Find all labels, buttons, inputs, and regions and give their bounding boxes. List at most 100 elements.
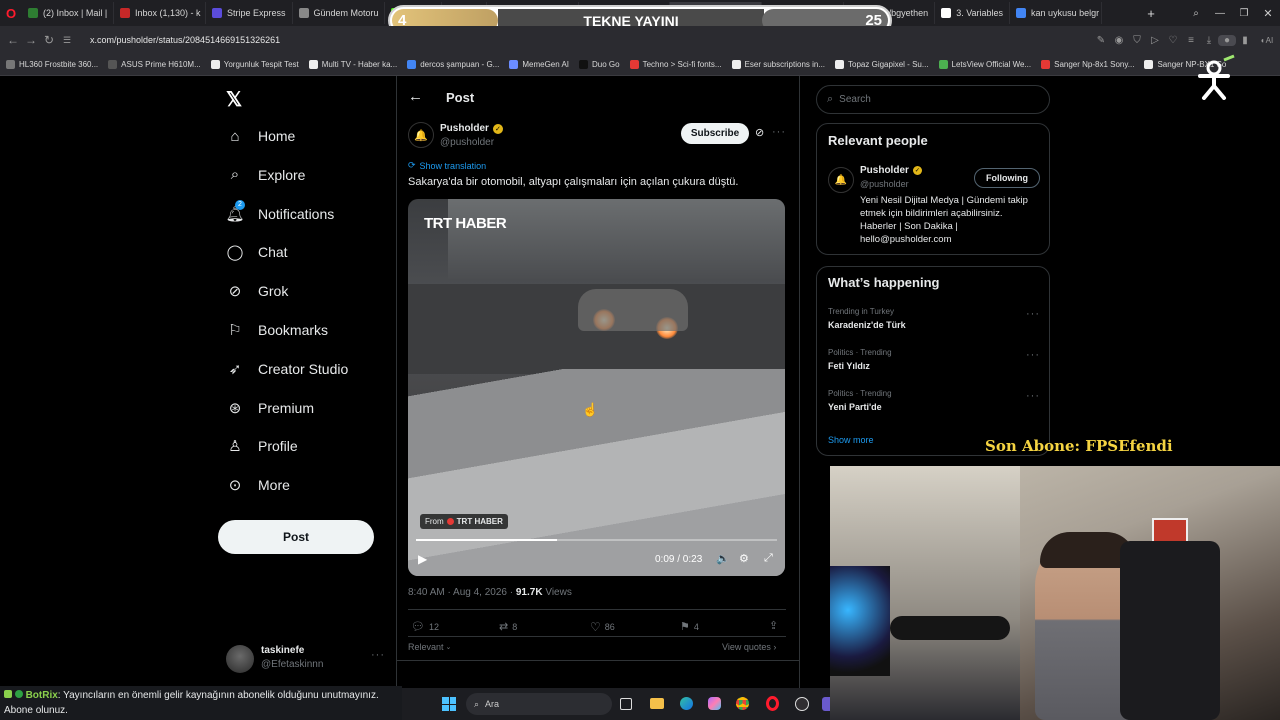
opera-taskbar-icon[interactable] <box>766 696 779 711</box>
play-button-icon[interactable]: ▶ <box>418 552 427 566</box>
browser-tab[interactable]: Inbox (1,130) - k <box>114 2 206 24</box>
video-progress-track[interactable] <box>416 539 777 541</box>
chrome-icon[interactable] <box>736 697 749 710</box>
tab-search-icon[interactable]: ⌕ <box>1184 8 1208 19</box>
person-handle[interactable]: @pusholder <box>860 179 909 189</box>
sidebar-item-label: Chat <box>258 244 288 261</box>
bookmark-item[interactable]: Techno > Sci-fi fonts... <box>629 60 722 69</box>
post-button[interactable]: Post <box>218 520 374 554</box>
video-player[interactable]: TRT HABER From TRT HABER ▶ 0:09 / 0:23 🔈… <box>408 199 785 576</box>
bookmark-item[interactable]: dercos şampuan - G... <box>407 60 499 69</box>
grok-post-icon[interactable]: ⊘ <box>755 126 764 139</box>
taskbar-search[interactable]: ⌕ Ara <box>466 693 612 715</box>
author-avatar[interactable]: 🔔 <box>408 122 434 148</box>
browser-tab[interactable]: Gündem Motoru <box>293 2 385 24</box>
profile-icon[interactable]: ● <box>1218 34 1236 46</box>
account-more-icon[interactable]: ··· <box>371 649 385 661</box>
bookmark-item[interactable]: Sanger Np-8x1 Sony... <box>1041 60 1134 69</box>
task-view-icon[interactable] <box>620 698 632 710</box>
sidebar-item-home[interactable]: ⌂ Home <box>226 127 295 145</box>
sidebar-item-notifications[interactable]: 🔔︎ 2 Notifications <box>225 199 334 223</box>
sidebar-item-more[interactable]: ⊙ More <box>226 476 290 494</box>
fullscreen-icon[interactable]: ⤢ <box>764 552 773 565</box>
close-window-button[interactable]: ✕ <box>1256 7 1280 20</box>
bookmark-item[interactable]: ASUS Prime H610M... <box>108 60 201 69</box>
share-icon[interactable]: ⇪ <box>769 619 778 632</box>
browser-tab[interactable]: 3. Variables <box>935 2 1011 24</box>
bookmark-item[interactable]: Yorgunluk Tespit Test <box>210 60 299 69</box>
ai-icon[interactable]: ◐AI <box>1254 36 1280 45</box>
sidebar-item-explore[interactable]: ⌕ Explore <box>226 166 306 184</box>
post-timestamp[interactable]: 8:40 AM · Aug 4, 2026 · <box>408 587 516 598</box>
copilot-icon[interactable] <box>708 697 721 710</box>
trend-item[interactable]: Karadeniz'de Türk <box>828 320 906 330</box>
trend-more-icon[interactable]: ··· <box>1026 349 1040 361</box>
edge-icon[interactable] <box>680 697 693 710</box>
settings-icon[interactable]: ⚙ <box>739 552 749 565</box>
back-arrow-icon[interactable]: ← <box>408 88 423 105</box>
view-quotes-link[interactable]: View quotes › <box>722 642 776 652</box>
person-name[interactable]: Pusholder <box>860 165 909 176</box>
url-field[interactable]: x.com/pusholder/status/20845146691513262… <box>90 35 280 45</box>
browser-tab[interactable]: kan uykusu belgr <box>1010 2 1103 24</box>
bookmark-item[interactable]: Topaz Gigapixel - Su... <box>835 60 929 69</box>
reply-button[interactable]: 💬︎ 12 <box>411 620 439 633</box>
play-icon[interactable]: ▷ <box>1146 35 1164 46</box>
windows-start-icon[interactable] <box>442 697 456 711</box>
site-info-icon[interactable]: ☰ <box>58 35 76 46</box>
file-explorer-icon[interactable] <box>650 698 664 709</box>
back-icon[interactable]: ← <box>4 33 22 47</box>
bookmark-item[interactable]: Duo Go <box>579 60 620 69</box>
person-avatar[interactable]: 🔔 <box>828 167 854 193</box>
bookmark-item[interactable]: HL360 Frostbite 360... <box>6 60 98 69</box>
sidebar-item-premium[interactable]: ⊛ Premium <box>226 399 314 417</box>
download-icon[interactable]: ⤓ <box>1200 35 1218 46</box>
app-icon[interactable] <box>822 697 830 711</box>
reply-sort-dropdown[interactable]: Relevant ⌄ <box>408 642 451 652</box>
extension-icon[interactable]: ▮ <box>1236 35 1254 46</box>
sidebar-item-profile[interactable]: ♙ Profile <box>226 437 297 455</box>
sidebar-item-bookmarks[interactable]: ⚐ Bookmarks <box>226 321 328 339</box>
account-switcher[interactable]: taskinefe @Efetaskinnn ··· <box>226 643 386 675</box>
shield-icon[interactable]: ⛉ <box>1128 35 1146 46</box>
x-logo-icon[interactable]: 𝕏 <box>226 87 242 112</box>
minimize-button[interactable]: — <box>1208 8 1232 19</box>
browser-tab[interactable]: Stripe Express <box>206 2 293 24</box>
sidebar-item-chat[interactable]: ◯ Chat <box>226 243 288 261</box>
volume-icon[interactable]: 🔈 <box>716 552 730 565</box>
trend-more-icon[interactable]: ··· <box>1026 390 1040 402</box>
following-button[interactable]: Following <box>974 168 1040 188</box>
show-translation-link[interactable]: Show translation <box>420 161 487 171</box>
browser-tab[interactable]: (2) Inbox | Mail | <box>22 2 114 24</box>
author-name[interactable]: Pusholder <box>440 123 489 134</box>
forward-icon[interactable]: → <box>22 33 40 47</box>
opera-logo-icon[interactable]: O <box>0 6 22 21</box>
trend-item[interactable]: Yeni Parti'de <box>828 402 882 412</box>
trend-item[interactable]: Feti Yıldız <box>828 361 870 371</box>
bookmark-button[interactable]: ⚑ 4 <box>680 620 699 633</box>
search-input[interactable]: Search <box>839 94 871 105</box>
sidebar-item-creator-studio[interactable]: ➶ Creator Studio <box>226 360 349 378</box>
search-box[interactable]: ⌕ Search <box>816 85 1050 114</box>
post-more-icon[interactable]: ··· <box>772 126 786 138</box>
new-tab-button[interactable]: + <box>1142 6 1160 21</box>
camera-icon[interactable]: ◉ <box>1110 35 1128 46</box>
heart-icon[interactable]: ♡ <box>1164 35 1182 46</box>
edit-icon[interactable]: ✎ <box>1092 35 1110 46</box>
video-source-badge[interactable]: From TRT HABER <box>420 514 508 529</box>
trend-more-icon[interactable]: ··· <box>1026 308 1040 320</box>
obs-icon[interactable] <box>795 697 809 711</box>
bookmark-item[interactable]: Multi TV - Haber ka... <box>308 60 397 69</box>
bookmark-item[interactable]: LetsView Official We... <box>938 60 1031 69</box>
show-more-link[interactable]: Show more <box>828 435 874 445</box>
author-handle[interactable]: @pusholder <box>440 137 494 148</box>
subscribe-button[interactable]: Subscribe <box>681 123 749 144</box>
list-icon[interactable]: ≡ <box>1182 35 1200 46</box>
reload-icon[interactable]: ↻ <box>40 33 58 47</box>
bookmark-item[interactable]: MemeGen AI <box>509 60 569 69</box>
sidebar-item-grok[interactable]: ⊘ Grok <box>226 282 289 300</box>
like-button[interactable]: ♡ 86 <box>590 620 615 634</box>
repost-button[interactable]: ⇄ 8 <box>499 620 517 633</box>
bookmark-item[interactable]: Eser subscriptions in... <box>731 60 825 69</box>
maximize-button[interactable]: ❐ <box>1232 8 1256 19</box>
